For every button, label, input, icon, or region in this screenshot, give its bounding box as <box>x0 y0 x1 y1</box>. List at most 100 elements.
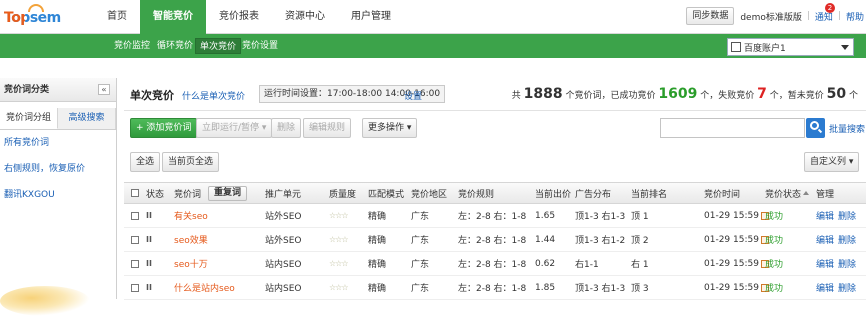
row-bid-status-cell: 成功 <box>765 276 783 299</box>
row-delete-link[interactable]: 删除 <box>838 257 856 270</box>
col-price[interactable]: 当前出价 <box>535 183 571 203</box>
edition-label: demo标准版版 <box>740 12 802 23</box>
select-all-button[interactable]: 全选 <box>130 152 161 172</box>
table-row[interactable]: II 什么是站内seo 站内SEO ☆☆☆ 精确 广东 左：2-8 右：1-8 1.85 顶1-… <box>124 276 866 300</box>
nav-resource-center[interactable]: 资源中心 <box>272 0 338 34</box>
what-is-single-bid-link[interactable]: 什么是单次竞价 <box>182 89 245 102</box>
nav-smart-bidding[interactable]: 智能竞价 <box>140 0 206 34</box>
account-icon <box>731 42 741 52</box>
edit-rule-button[interactable]: 编辑规则 <box>303 118 352 138</box>
table-header: 状态 竞价词 重复词 推广单元 质量度 匹配模式 竞价地区 竞价规则 当前出价 … <box>124 182 866 204</box>
row-delete-link[interactable]: 删除 <box>838 281 856 294</box>
decorative-swirl <box>0 286 90 316</box>
col-region[interactable]: 竞价地区 <box>411 183 447 203</box>
checkbox-box[interactable] <box>131 259 139 268</box>
subnav-loop-bid[interactable]: 循环竞价 <box>153 38 197 54</box>
row-price: 1.44 <box>535 234 556 245</box>
status-pause-icon[interactable]: II <box>146 259 152 268</box>
row-edit-link[interactable]: 编辑 <box>816 281 834 294</box>
row-checkbox[interactable] <box>131 276 139 299</box>
row-quality-stars: ☆☆☆ <box>329 259 348 268</box>
tab-advanced-search[interactable]: 高级搜索 <box>58 108 116 129</box>
col-rank[interactable]: 当前排名 <box>631 183 667 203</box>
repeat-keyword-button[interactable]: 重复词 <box>208 185 248 201</box>
row-keyword[interactable]: 有关seo <box>174 209 208 222</box>
row-price-cell: 1.65 <box>535 204 555 227</box>
nav-home[interactable]: 首页 <box>94 0 140 34</box>
row-checkbox[interactable] <box>131 204 139 227</box>
sidebar-item-group[interactable]: 翻讯KXGOU <box>0 182 116 208</box>
help-link[interactable]: 帮助 <box>846 10 864 23</box>
select-all-checkbox[interactable] <box>131 183 139 203</box>
col-keyword[interactable]: 竞价词 <box>174 183 201 203</box>
row-quality-stars-cell: ☆☆☆ <box>329 204 348 227</box>
nav-user-management[interactable]: 用户管理 <box>338 0 404 34</box>
more-actions-button[interactable]: 更多操作 ▾ <box>362 118 418 138</box>
col-rule[interactable]: 竞价规则 <box>458 183 494 203</box>
bulk-search-link[interactable]: 批量搜索 <box>829 122 865 135</box>
col-match[interactable]: 匹配模式 <box>368 183 404 203</box>
row-delete-link[interactable]: 删除 <box>838 209 856 222</box>
row-match: 精确 <box>368 236 387 246</box>
row-delete-link[interactable]: 删除 <box>838 233 856 246</box>
row-unit[interactable]: 站外SEO <box>265 209 301 222</box>
row-unit[interactable]: 站内SEO <box>265 257 301 270</box>
row-rank: 顶 3 <box>631 284 649 294</box>
row-checkbox[interactable] <box>131 228 139 251</box>
run-pause-button[interactable]: 立即运行/暂停 ▾ <box>196 118 273 138</box>
checkbox-box[interactable] <box>131 211 139 220</box>
account-select[interactable]: 百度账户1 <box>727 38 854 56</box>
collapse-icon[interactable]: « <box>98 84 110 95</box>
row-match: 精确 <box>368 284 387 294</box>
tab-keyword-group[interactable]: 竞价词分组 <box>0 108 58 129</box>
row-keyword[interactable]: 什么是站内seo <box>174 281 235 294</box>
nav-bid-report[interactable]: 竞价报表 <box>206 0 272 34</box>
stats-success: 1609 <box>658 86 698 102</box>
select-page-button[interactable]: 当前页全选 <box>162 152 220 172</box>
checkbox-box[interactable] <box>131 235 139 244</box>
row-manage: 编辑 删除 <box>816 204 856 227</box>
col-quality[interactable]: 质量度 <box>329 183 356 203</box>
row-keyword[interactable]: seo十万 <box>174 257 208 270</box>
row-region-cell: 广东 <box>411 276 429 299</box>
runtime-set-link[interactable]: 设置 <box>404 89 422 102</box>
col-status[interactable]: 状态 <box>146 183 164 203</box>
search-button[interactable] <box>806 118 825 138</box>
sidebar-item-all-keywords[interactable]: 所有竞价词 <box>0 130 116 156</box>
row-keyword[interactable]: seo效果 <box>174 233 208 246</box>
subnav-single-bid[interactable]: 单次竞价 <box>195 38 242 54</box>
row-region-cell: 广东 <box>411 228 429 251</box>
row-edit-link[interactable]: 编辑 <box>816 233 834 246</box>
sidebar-item-right-rule[interactable]: 右侧规则，恢复原价 <box>0 156 116 182</box>
status-pause-icon[interactable]: II <box>146 235 152 244</box>
row-edit-link[interactable]: 编辑 <box>816 257 834 270</box>
search-input[interactable] <box>660 118 805 138</box>
col-ad[interactable]: 广告分布 <box>575 183 611 203</box>
add-keyword-button[interactable]: + 添加竞价词 <box>130 118 198 138</box>
col-repeat[interactable]: 重复词 <box>208 183 248 203</box>
table-row[interactable]: II seo十万 站内SEO ☆☆☆ 精确 广东 左：2-8 右：1-8 0.62 右1-1 右 … <box>124 252 866 276</box>
topsem-logo[interactable]: Topsem Topsem <box>0 2 70 32</box>
row-edit-link[interactable]: 编辑 <box>816 209 834 222</box>
row-checkbox[interactable] <box>131 252 139 275</box>
table-row[interactable]: II 有关seo 站外SEO ☆☆☆ 精确 广东 左：2-8 右：1-8 1.65 顶1-3 右… <box>124 204 866 228</box>
checkbox-box[interactable] <box>131 283 139 292</box>
notice-link[interactable]: 通知 2 <box>815 2 835 23</box>
row-unit[interactable]: 站外SEO <box>265 233 301 246</box>
subnav-bid-monitor[interactable]: 竞价监控 <box>110 38 154 54</box>
row-unit[interactable]: 站内SEO <box>265 281 301 294</box>
row-rank: 顶 1 <box>631 212 649 222</box>
subnav-bid-settings[interactable]: 竞价设置 <box>238 38 282 54</box>
table-row[interactable]: II seo效果 站外SEO ☆☆☆ 精确 广东 左：2-8 右：1-8 1.44 顶1-3 右… <box>124 228 866 252</box>
delete-button[interactable]: 删除 <box>271 118 302 138</box>
custom-columns-button[interactable]: 自定义列 ▾ <box>804 152 860 172</box>
sync-data-button[interactable]: 同步数据 <box>686 7 735 25</box>
notice-label[interactable]: 通知 <box>815 13 833 23</box>
sidebar-tabs: 竞价词分组 高级搜索 <box>0 108 116 130</box>
col-time[interactable]: 竞价时间 <box>704 183 740 203</box>
row-quality-stars-cell: ☆☆☆ <box>329 276 348 299</box>
col-bid-status[interactable]: 竞价状态 <box>765 183 810 203</box>
col-unit[interactable]: 推广单元 <box>265 183 301 203</box>
status-pause-icon[interactable]: II <box>146 211 152 220</box>
status-pause-icon[interactable]: II <box>146 283 152 292</box>
